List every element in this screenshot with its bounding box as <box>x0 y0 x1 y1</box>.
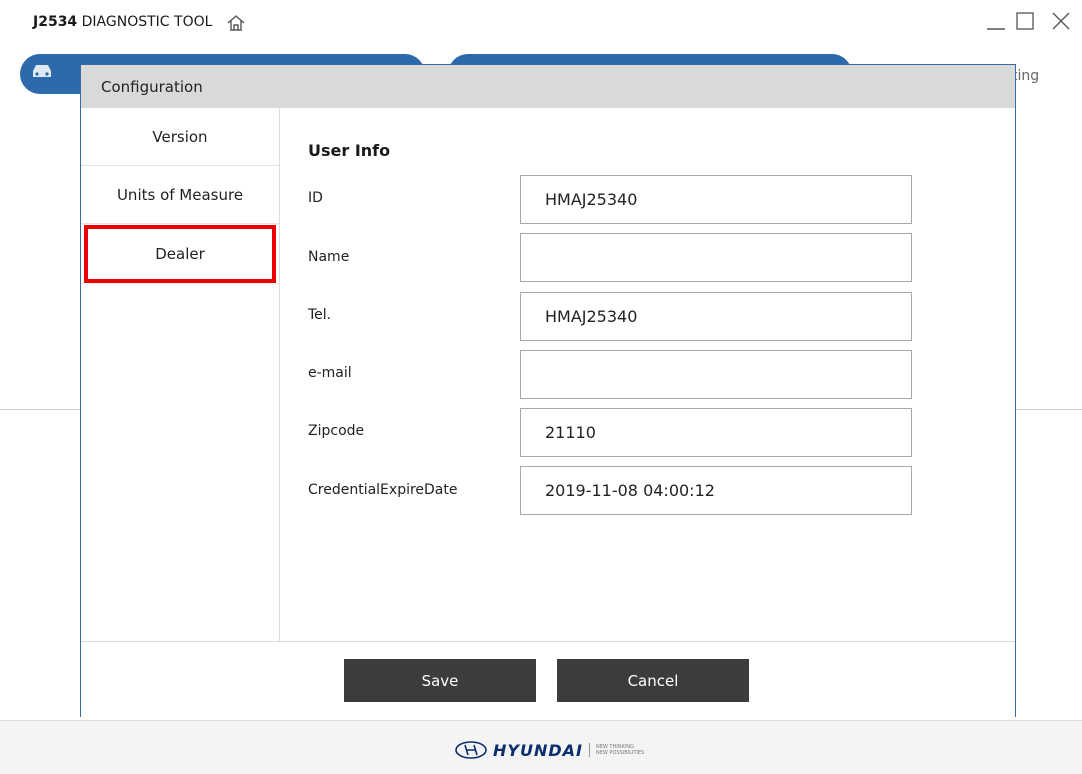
close-icon[interactable] <box>1050 10 1072 32</box>
brand-name: HYUNDAI <box>493 740 583 760</box>
car-icon <box>33 65 51 77</box>
maximize-icon[interactable] <box>1014 10 1036 32</box>
name-field[interactable] <box>520 233 912 282</box>
brand-slogan: NEW THINKING NEW POSSIBILITIES <box>596 744 656 756</box>
id-label: ID <box>308 190 323 206</box>
config-sidebar: Version Units of Measure Dealer <box>81 108 280 641</box>
cancel-button[interactable]: Cancel <box>557 659 749 702</box>
zipcode-label: Zipcode <box>308 423 365 439</box>
brand-separator <box>588 743 590 757</box>
app-title-bold: J2534 <box>33 14 78 30</box>
sidebar-item-units-of-measure[interactable]: Units of Measure <box>81 166 279 224</box>
save-button[interactable]: Save <box>344 659 536 702</box>
user-info-panel: User Info ID Name Tel. e-mail Zipcode Cr… <box>280 108 1015 641</box>
credential-expire-date-field[interactable] <box>520 466 912 515</box>
section-title: User Info <box>308 141 391 160</box>
tel-field[interactable] <box>520 292 912 341</box>
title-bar: J2534 DIAGNOSTIC TOOL <box>0 0 1082 48</box>
sidebar-divider <box>81 283 279 284</box>
credential-expire-date-label: CredentialExpireDate <box>308 482 458 498</box>
hyundai-logo-icon <box>455 741 487 759</box>
sidebar-item-dealer[interactable]: Dealer <box>84 225 276 283</box>
slogan-line-2: NEW POSSIBILITIES <box>595 750 645 756</box>
brand: HYUNDAI NEW THINKING NEW POSSIBILITIES <box>455 740 656 760</box>
dialog-title: Configuration <box>101 78 203 96</box>
sidebar-item-version[interactable]: Version <box>81 108 279 166</box>
dialog-footer: Save Cancel <box>81 641 1015 717</box>
email-label: e-mail <box>308 365 352 381</box>
name-label: Name <box>308 249 350 265</box>
minimize-icon[interactable] <box>985 10 1007 32</box>
id-field[interactable] <box>520 175 912 224</box>
home-icon[interactable] <box>226 13 246 33</box>
background-setting-label: ting <box>1012 68 1040 84</box>
dialog-header: Configuration <box>81 65 1015 108</box>
zipcode-field[interactable] <box>520 408 912 457</box>
email-field[interactable] <box>520 350 912 399</box>
app-title: J2534 DIAGNOSTIC TOOL <box>33 14 212 30</box>
app-title-rest: DIAGNOSTIC TOOL <box>77 14 213 30</box>
configuration-dialog: Configuration Version Units of Measure D… <box>80 64 1016 717</box>
tel-label: Tel. <box>308 307 332 323</box>
